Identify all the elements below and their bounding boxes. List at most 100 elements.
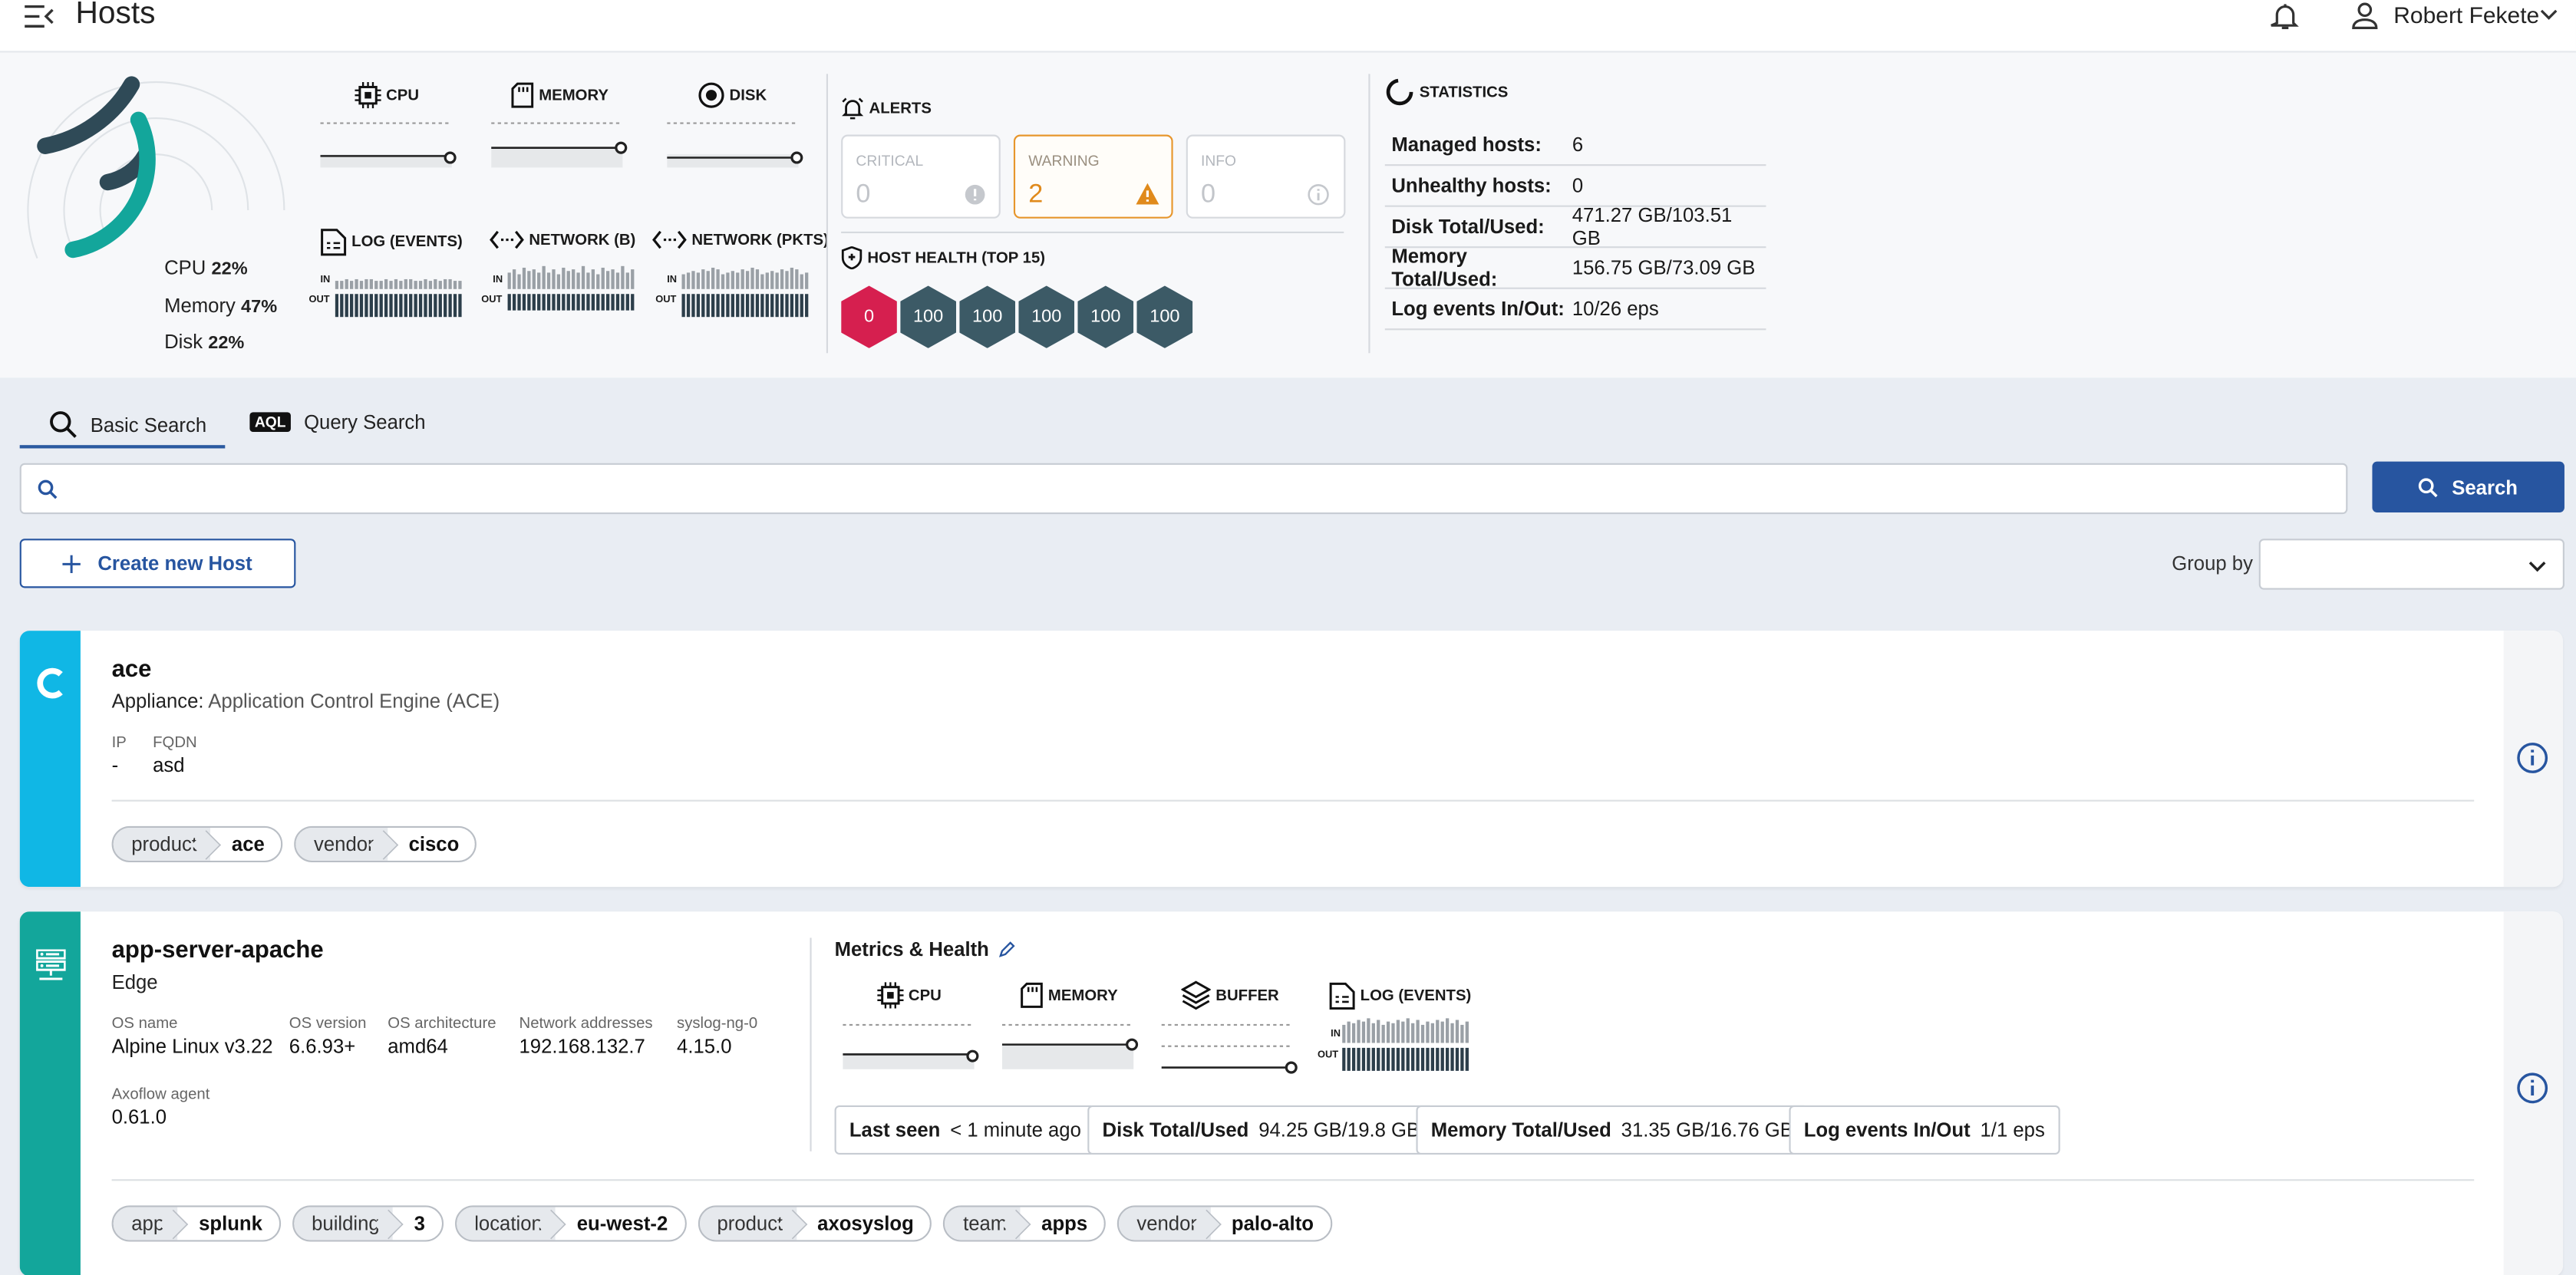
bell-icon[interactable] bbox=[2271, 2, 2301, 31]
metric-log: LOG (EVENTS) bbox=[320, 229, 463, 256]
in-bar bbox=[507, 272, 511, 289]
out-bar bbox=[350, 294, 354, 318]
tag[interactable]: product ace bbox=[111, 825, 283, 862]
metric-disk: DISK bbox=[698, 82, 767, 108]
tag[interactable]: vendor palo-alto bbox=[1116, 1205, 1332, 1242]
in-bar bbox=[572, 269, 576, 289]
field-value: 4.15.0 bbox=[677, 1034, 732, 1058]
out-bar bbox=[750, 294, 754, 318]
edit-icon[interactable] bbox=[999, 941, 1015, 957]
out-bar bbox=[359, 294, 364, 318]
out-bar bbox=[1465, 1047, 1469, 1071]
out-bar bbox=[731, 294, 734, 318]
alert-critical-label: CRITICAL bbox=[856, 153, 924, 170]
out-bar bbox=[755, 294, 760, 318]
out-bar bbox=[542, 294, 546, 311]
out-bar bbox=[345, 294, 348, 318]
tag[interactable]: team apps bbox=[943, 1205, 1106, 1242]
out-bar bbox=[1351, 1047, 1356, 1071]
in-bar bbox=[711, 267, 715, 289]
host-name[interactable]: app-server-apache bbox=[112, 937, 324, 964]
out-bar bbox=[458, 294, 462, 318]
out-bar bbox=[1347, 1047, 1351, 1071]
tag[interactable]: vendor cisco bbox=[294, 825, 477, 862]
out-bar bbox=[384, 294, 388, 318]
host-card[interactable]: ace Appliance: Application Control Engin… bbox=[19, 631, 2563, 888]
statistics-table: Managed hosts: 6 Unhealthy hosts: 0 Disk T… bbox=[1384, 125, 1766, 331]
in-bar bbox=[335, 281, 339, 289]
chevron-down-icon[interactable] bbox=[2540, 8, 2558, 21]
out-bar bbox=[434, 294, 437, 318]
netp-in-label: IN bbox=[667, 275, 678, 286]
out-bar bbox=[572, 294, 576, 311]
group-by-select[interactable] bbox=[2258, 539, 2564, 590]
in-bar bbox=[1455, 1020, 1460, 1043]
in-bar bbox=[527, 271, 531, 289]
in-bar bbox=[1401, 1021, 1405, 1043]
in-bar bbox=[1445, 1018, 1450, 1043]
in-bar bbox=[625, 272, 629, 289]
tab-basic-search[interactable]: Basic Search bbox=[49, 410, 206, 438]
chevron-down-icon bbox=[2528, 562, 2546, 572]
out-bar bbox=[1377, 1047, 1380, 1071]
in-bar bbox=[611, 269, 615, 289]
metric-network-b: NETWORK (B) bbox=[490, 229, 635, 252]
in-bar bbox=[418, 281, 423, 289]
network-arrows-icon bbox=[652, 230, 687, 249]
in-bar bbox=[760, 274, 764, 289]
in-bar bbox=[1361, 1021, 1366, 1043]
tab-query-search[interactable]: AQL Query Search bbox=[249, 410, 426, 433]
search-button[interactable]: Search bbox=[2372, 461, 2564, 512]
tag[interactable]: location eu-west-2 bbox=[454, 1205, 686, 1242]
in-bar bbox=[745, 271, 750, 289]
field-label: Network addresses bbox=[519, 1015, 653, 1033]
out-bar bbox=[1430, 1047, 1435, 1071]
layers-icon bbox=[1181, 980, 1211, 1010]
tag[interactable]: product axosyslog bbox=[697, 1205, 932, 1242]
info-icon[interactable] bbox=[2517, 1072, 2548, 1104]
alert-critical[interactable]: CRITICAL 0 bbox=[841, 134, 1001, 219]
log-in-label: IN bbox=[1331, 1030, 1341, 1040]
in-bar bbox=[1371, 1023, 1375, 1043]
out-bar bbox=[369, 294, 373, 318]
out-bar bbox=[740, 294, 744, 318]
buffer-sparkline bbox=[1161, 1023, 1298, 1074]
tag[interactable]: building 3 bbox=[292, 1205, 444, 1242]
in-bar bbox=[1465, 1021, 1469, 1043]
in-bar bbox=[1367, 1018, 1370, 1043]
menu-collapse-icon[interactable] bbox=[25, 5, 54, 28]
user-icon[interactable] bbox=[2351, 2, 2379, 30]
host-name[interactable]: ace bbox=[112, 657, 152, 683]
search-input[interactable] bbox=[19, 463, 2348, 515]
in-bar bbox=[404, 278, 407, 289]
netb-out-label: OUT bbox=[481, 295, 503, 306]
in-bar bbox=[795, 269, 799, 289]
stat-row: Disk Total/Used: 471.27 GB/103.51 GB bbox=[1384, 203, 1766, 249]
out-bar bbox=[621, 294, 625, 311]
divider bbox=[111, 799, 2475, 802]
alert-warning[interactable]: WARNING 2 bbox=[1013, 134, 1173, 219]
in-bar bbox=[1351, 1023, 1356, 1043]
tag[interactable]: app splunk bbox=[111, 1205, 281, 1242]
host-card[interactable]: app-server-apache Edge OS name Alpine Li… bbox=[19, 911, 2563, 1275]
metric-memory: MEMORY bbox=[1020, 982, 1118, 1008]
create-host-button[interactable]: Create new Host bbox=[19, 539, 296, 588]
log-file-icon bbox=[321, 229, 347, 256]
in-bar bbox=[726, 272, 730, 289]
warning-icon bbox=[1136, 183, 1159, 205]
in-bar bbox=[731, 271, 734, 289]
out-bar bbox=[1460, 1047, 1464, 1071]
in-bar bbox=[428, 281, 433, 289]
in-bar bbox=[681, 274, 685, 289]
user-name[interactable]: Robert Fekete bbox=[2393, 2, 2539, 28]
in-bar bbox=[542, 265, 546, 289]
out-bar bbox=[438, 294, 442, 318]
out-bar bbox=[586, 294, 590, 311]
field-value: 192.168.132.7 bbox=[519, 1034, 645, 1058]
sd-card-icon bbox=[1021, 982, 1043, 1008]
info-icon[interactable] bbox=[2517, 743, 2548, 774]
in-bar bbox=[770, 271, 774, 289]
alert-info[interactable]: INFO 0 bbox=[1186, 134, 1346, 219]
alert-info-label: INFO bbox=[1200, 153, 1237, 170]
in-bar bbox=[701, 269, 705, 289]
